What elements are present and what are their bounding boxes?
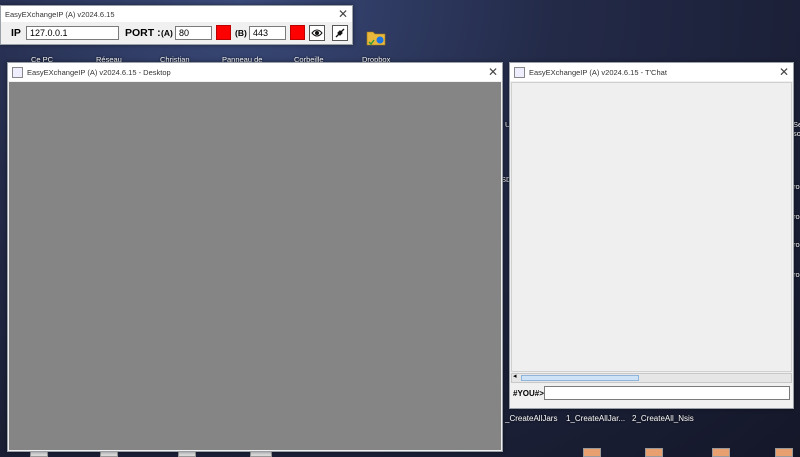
desktop-viewer-titlebar[interactable]: EasyEXchangeIP (A) v2024.6.15 - Desktop … — [8, 63, 502, 81]
window-title: EasyEXchangeIP (A) v2024.6.15 - T'Chat — [529, 67, 667, 77]
file-icon — [775, 448, 793, 457]
file-icon — [712, 448, 730, 457]
disconnect-button[interactable] — [332, 25, 348, 41]
desktop-file-label[interactable]: 1_CreateAllJar... — [566, 414, 625, 423]
port-a-status-indicator — [216, 25, 231, 40]
port-a-input[interactable] — [175, 26, 212, 40]
port-b-label: (B) — [235, 28, 247, 38]
side-label: ro — [793, 182, 800, 191]
port-b-status-indicator — [290, 25, 305, 40]
port-a-label: (A) — [161, 28, 173, 38]
app-icon — [514, 66, 525, 78]
file-icon — [645, 448, 663, 457]
desktop-viewer-window: EasyEXchangeIP (A) v2024.6.15 - Desktop … — [7, 62, 503, 452]
side-label: ro — [793, 240, 800, 249]
file-icon — [583, 448, 601, 457]
chat-prompt-label: #YOU#> — [513, 389, 544, 398]
close-icon[interactable]: ✕ — [338, 7, 348, 21]
remote-desktop-canvas[interactable] — [9, 82, 501, 450]
window-title: EasyEXchangeIP (A) v2024.6.15 - Desktop — [27, 67, 171, 77]
folder-icon — [366, 31, 386, 46]
close-icon[interactable]: ✕ — [779, 65, 789, 79]
close-icon[interactable]: ✕ — [488, 65, 498, 79]
chat-window: EasyEXchangeIP (A) v2024.6.15 - T'Chat ✕… — [509, 62, 794, 409]
scroll-left-icon[interactable]: ◂ — [513, 372, 517, 380]
connect-button[interactable] — [309, 25, 325, 41]
port-label: PORT : — [125, 27, 161, 39]
chat-input[interactable] — [544, 386, 790, 400]
desktop-file-label[interactable]: 2_CreateAll_Nsis — [632, 414, 694, 423]
scrollbar-thumb[interactable] — [521, 375, 639, 381]
control-window: EasyEXchangeIP (A) v2024.6.15 ✕ IP PORT … — [0, 5, 353, 45]
eye-icon — [311, 29, 323, 37]
side-label: ro — [793, 270, 800, 279]
ip-input[interactable] — [26, 26, 119, 40]
control-titlebar[interactable]: EasyEXchangeIP (A) v2024.6.15 ✕ — [1, 6, 352, 22]
window-title: EasyEXchangeIP (A) v2024.6.15 — [5, 9, 115, 19]
side-label: so — [793, 129, 800, 138]
ip-label: IP — [11, 27, 21, 39]
plug-icon — [335, 28, 345, 38]
chat-titlebar[interactable]: EasyEXchangeIP (A) v2024.6.15 - T'Chat ✕ — [510, 63, 793, 81]
port-b-input[interactable] — [249, 26, 286, 40]
app-icon — [12, 66, 23, 78]
desktop-file-label[interactable]: _CreateAllJars — [505, 414, 557, 423]
horizontal-scrollbar[interactable]: ◂ — [511, 373, 792, 383]
chat-messages-area[interactable] — [511, 82, 792, 372]
side-label: Se — [793, 120, 800, 129]
side-label: ro — [793, 212, 800, 221]
